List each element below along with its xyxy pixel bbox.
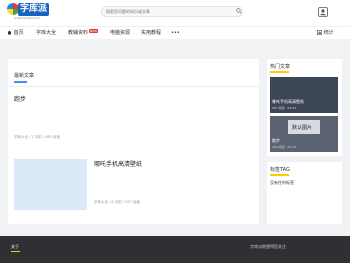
divider — [8, 86, 259, 87]
footer-title: 关于 — [11, 244, 19, 249]
nav-item-label: 统计 — [323, 30, 334, 36]
article-title[interactable]: 哪吒手机高清壁纸 — [94, 159, 142, 168]
nav-item-label: 字库大全 — [36, 30, 57, 36]
main-nav: 首页 字库大全 教辅资料 NEW 电脑资源 实用教程 ••• 统计 — [0, 26, 350, 39]
new-badge: NEW — [89, 29, 99, 33]
site-logo[interactable]: 字库派 www.zikupai.com — [7, 3, 60, 23]
hot-articles-widget: 热门文章 哪吒手机高清壁纸 587 阅读 · 02-03 默认图片 跑步 480… — [267, 59, 342, 156]
footer-underline — [11, 251, 20, 252]
article-meta: 字库大全 / 8 月前 / 587 阅读 — [94, 200, 140, 204]
more-icon: ••• — [171, 30, 180, 36]
widget-title: 标签TAG — [270, 167, 290, 173]
nav-item-label: 电脑资源 — [110, 30, 131, 36]
hot-article-title: 跑步 — [272, 138, 280, 143]
widget-underline — [270, 174, 289, 176]
site-footer: 关于 字库派期望得您关注 — [0, 236, 350, 263]
nav-item-more[interactable]: ••• — [171, 27, 180, 40]
hot-article-card[interactable]: 哪吒手机高清壁纸 587 阅读 · 02-03 — [270, 77, 338, 113]
nav-item-materials[interactable]: 教辅资料 NEW — [68, 27, 99, 40]
logo-url: www.zikupai.com — [14, 16, 40, 20]
footer-text: 字库派期望得您关注 — [250, 244, 286, 249]
article-thumbnail[interactable] — [14, 159, 87, 210]
search-input[interactable] — [101, 6, 243, 17]
default-image-label: 默认图片 — [292, 125, 313, 131]
home-icon — [7, 30, 12, 34]
nav-item-resources[interactable]: 电脑资源 — [110, 27, 130, 40]
article-meta: 字库大全 / 7 月前 / 480 阅读 — [14, 135, 60, 139]
widget-title: 热门文章 — [270, 64, 291, 70]
empty-tags-message: 没有任何标签 — [270, 180, 294, 185]
article-title[interactable]: 跑步 — [14, 94, 26, 103]
search-icon[interactable] — [236, 8, 242, 14]
hot-article-card[interactable]: 默认图片 跑步 480 阅读 · 02-03 — [270, 116, 338, 152]
nav-item-label: 首页 — [13, 30, 24, 36]
latest-articles-panel: 最新文章 跑步 字库大全 / 7 月前 / 480 阅读 哪吒手机高清壁纸 字库… — [8, 59, 259, 224]
logo-text: 字库派 — [18, 3, 50, 16]
hot-article-title: 哪吒手机高清壁纸 — [272, 99, 304, 104]
nav-item-fonts[interactable]: 字库大全 — [36, 27, 56, 40]
section-underline — [14, 81, 27, 83]
tags-widget: 标签TAG 没有任何标签 — [267, 162, 342, 224]
default-image: 默认图片 — [288, 120, 320, 134]
hot-article-meta: 587 阅读 · 02-03 — [272, 106, 297, 110]
widget-underline — [270, 71, 289, 73]
user-icon[interactable] — [318, 7, 328, 17]
nav-item-tutorials[interactable]: 实用教程 — [141, 27, 161, 40]
nav-item-label: 教辅资料 — [68, 30, 89, 36]
site-header: 字库派 www.zikupai.com — [0, 0, 350, 26]
nav-item-label: 实用教程 — [141, 30, 162, 36]
stats-icon — [317, 29, 322, 35]
section-title: 最新文章 — [14, 73, 35, 79]
hot-article-meta: 480 阅读 · 02-03 — [272, 145, 297, 149]
nav-item-home[interactable]: 首页 — [7, 27, 24, 40]
nav-item-stats[interactable]: 统计 — [317, 27, 334, 40]
